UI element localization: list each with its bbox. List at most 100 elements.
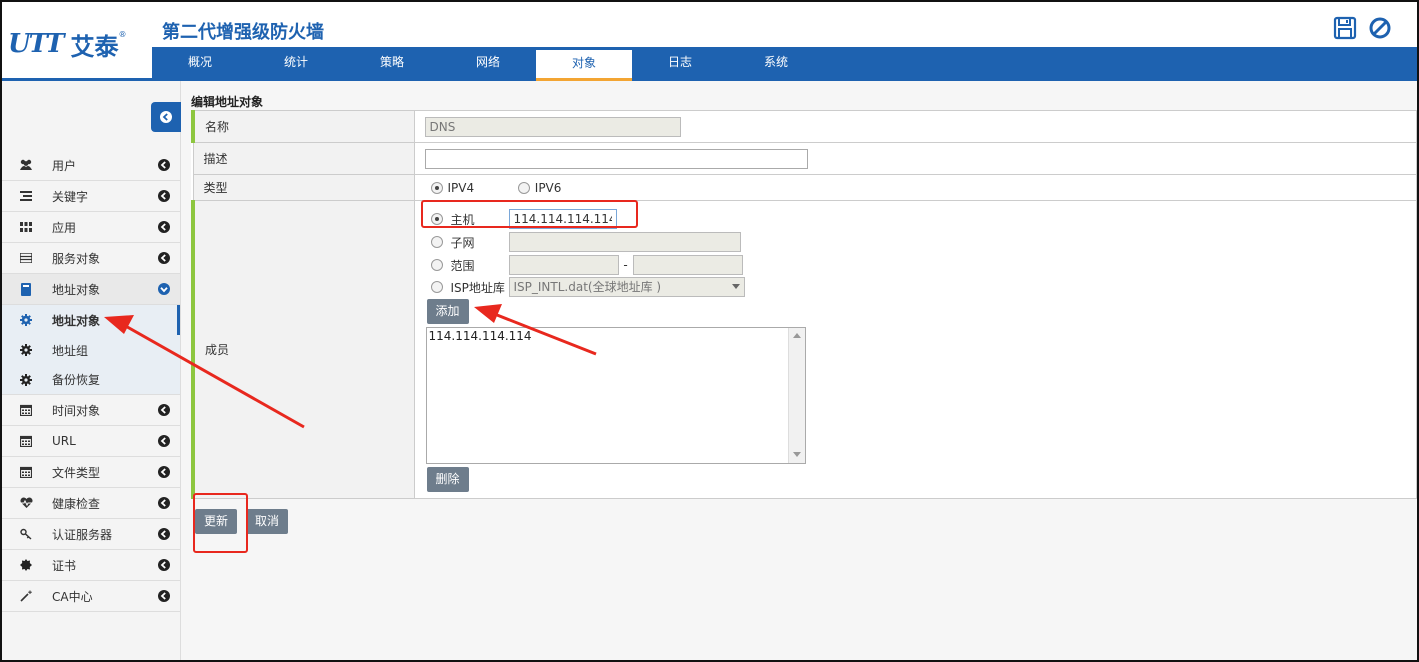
- sidebar-item-label: 时间对象: [52, 403, 101, 418]
- isp-radio[interactable]: [430, 281, 443, 293]
- submenu-item-backup-restore[interactable]: 备份恢复: [2, 365, 180, 395]
- certificate-icon: [19, 558, 33, 572]
- sidebar-item-label: 服务对象: [52, 251, 101, 266]
- sidebar-item-label: 应用: [52, 220, 77, 235]
- range-label: 范围: [450, 258, 475, 273]
- name-label: 名称: [191, 110, 415, 143]
- sidebar-item-certificates[interactable]: 证书: [2, 550, 180, 581]
- sidebar-collapse-button[interactable]: [151, 102, 181, 132]
- tab-policy[interactable]: 策略: [344, 47, 440, 81]
- sidebar-item-ca-center[interactable]: CA中心: [2, 581, 180, 612]
- members-list-scrollbar[interactable]: [787, 328, 805, 463]
- grid-icon: [19, 220, 33, 234]
- brand-logo: UTT 艾泰 ®: [8, 24, 148, 64]
- address-object-form: 名称 描述 类型 IPV4 IPV6 成员: [191, 110, 1417, 499]
- sidebar-item-keywords[interactable]: 关键字: [2, 181, 180, 212]
- chevron-left-circle-icon: [158, 404, 170, 416]
- members-list[interactable]: 114.114.114.114: [425, 327, 806, 464]
- sidebar-item-file-types[interactable]: 文件类型: [2, 457, 180, 488]
- sidebar-item-label: CA中心: [52, 589, 93, 604]
- range-row: 范围 -: [430, 254, 743, 276]
- save-icon[interactable]: [1333, 16, 1357, 40]
- tab-objects[interactable]: 对象: [536, 47, 632, 81]
- chevron-left-circle-icon: [158, 559, 170, 571]
- scroll-up-icon[interactable]: [792, 333, 801, 339]
- magic-wand-icon: [19, 589, 33, 603]
- sidebar-item-health-check[interactable]: 健康检查: [2, 488, 180, 519]
- chevron-left-circle-icon: [158, 190, 170, 202]
- cancel-button[interactable]: 取消: [246, 509, 289, 534]
- sidebar-item-label: 用户: [52, 158, 77, 173]
- calendar-icon: [19, 434, 33, 448]
- type-ipv4-radio[interactable]: [430, 181, 443, 194]
- submenu-item-label: 备份恢复: [52, 373, 101, 387]
- chevron-left-circle-icon: [158, 435, 170, 447]
- members-label: 成员: [191, 200, 415, 499]
- main-nav: 概况 统计 策略 网络 对象 日志 系统: [152, 47, 1417, 81]
- type-label: 类型: [192, 174, 415, 201]
- product-title: 第二代增强级防火墙: [162, 22, 324, 43]
- annotation-host-highlight: [421, 200, 638, 228]
- app-window: { "header": { "logo_mark": "UTT", "logo_…: [0, 0, 1419, 662]
- main-content: 编辑地址对象 名称 描述 类型 IPV4 IPV6 成员: [181, 81, 1417, 660]
- subnet-field[interactable]: [508, 232, 741, 252]
- sidebar-item-address-objects[interactable]: 地址对象: [2, 274, 180, 305]
- sidebar-item-label: 关键字: [52, 189, 89, 204]
- tab-overview[interactable]: 概况: [152, 47, 248, 81]
- submenu-item-address-groups[interactable]: 地址组: [2, 335, 180, 365]
- top-header: UTT 艾泰 ® 第二代增强级防火墙 概况 统计 策略 网络 对象 日志 系统: [2, 2, 1417, 81]
- description-field[interactable]: [424, 148, 808, 169]
- annotation-update-highlight: [193, 493, 248, 553]
- add-button[interactable]: 添加: [426, 299, 469, 324]
- subnet-radio[interactable]: [430, 236, 443, 248]
- range-radio[interactable]: [430, 259, 443, 271]
- list-icon: [19, 189, 33, 203]
- description-label: 描述: [192, 142, 415, 175]
- range-end-field[interactable]: [632, 255, 743, 275]
- isp-label: ISP地址库: [450, 280, 505, 295]
- logo-text: 艾泰: [70, 32, 119, 61]
- book-icon: [19, 282, 33, 296]
- chevron-down-circle-icon: [158, 283, 170, 295]
- logo-mark: UTT: [8, 29, 64, 59]
- sidebar-item-users[interactable]: 用户: [2, 150, 180, 181]
- sidebar: 用户 关键字 应用 服务对象 地址对象 地址对象 地址组 备份恢复 时间对象 U…: [2, 81, 181, 660]
- isp-select-value: ISP_INTL.dat(全球地址库 ): [513, 280, 662, 294]
- type-ipv6-label: IPV6: [534, 180, 562, 195]
- section-title: 编辑地址对象: [191, 95, 264, 109]
- sidebar-item-label: 地址对象: [52, 282, 101, 297]
- name-field[interactable]: [424, 116, 681, 137]
- chevron-left-circle-icon: [158, 159, 170, 171]
- tab-network[interactable]: 网络: [440, 47, 536, 81]
- sidebar-item-auth-servers[interactable]: 认证服务器: [2, 519, 180, 550]
- sidebar-item-label: 证书: [52, 558, 77, 573]
- chevron-left-circle-icon: [158, 252, 170, 264]
- isp-select[interactable]: ISP_INTL.dat(全球地址库 ): [508, 277, 745, 297]
- gear-icon: [19, 343, 33, 357]
- key-icon: [19, 527, 33, 541]
- sidebar-item-time-objects[interactable]: 时间对象: [2, 395, 180, 426]
- chevron-left-circle-icon: [158, 466, 170, 478]
- sidebar-menu: 用户 关键字 应用 服务对象 地址对象 地址对象 地址组 备份恢复 时间对象 U…: [2, 150, 180, 612]
- sidebar-item-apps[interactable]: 应用: [2, 212, 180, 243]
- chevron-left-circle-icon: [158, 590, 170, 602]
- calendar-icon: [19, 403, 33, 417]
- sidebar-item-service-objects[interactable]: 服务对象: [2, 243, 180, 274]
- heartbeat-icon: [19, 496, 33, 510]
- ban-icon[interactable]: [1368, 16, 1392, 40]
- logo-registered-mark: ®: [118, 30, 127, 39]
- scroll-down-icon[interactable]: [792, 452, 801, 458]
- submenu-item-address-objects[interactable]: 地址对象: [2, 305, 180, 335]
- sidebar-item-label: 健康检查: [52, 496, 101, 511]
- subnet-row: 子网: [430, 231, 741, 253]
- members-list-item[interactable]: 114.114.114.114: [427, 328, 805, 344]
- tab-logs[interactable]: 日志: [632, 47, 728, 81]
- tab-statistics[interactable]: 统计: [248, 47, 344, 81]
- range-start-field[interactable]: [508, 255, 619, 275]
- submenu-item-label: 地址组: [52, 343, 89, 358]
- sidebar-item-url[interactable]: URL: [2, 426, 180, 457]
- type-ipv6-radio[interactable]: [517, 181, 530, 194]
- sidebar-item-label: URL: [52, 434, 76, 448]
- delete-button[interactable]: 删除: [426, 467, 469, 492]
- tab-system[interactable]: 系统: [728, 47, 824, 81]
